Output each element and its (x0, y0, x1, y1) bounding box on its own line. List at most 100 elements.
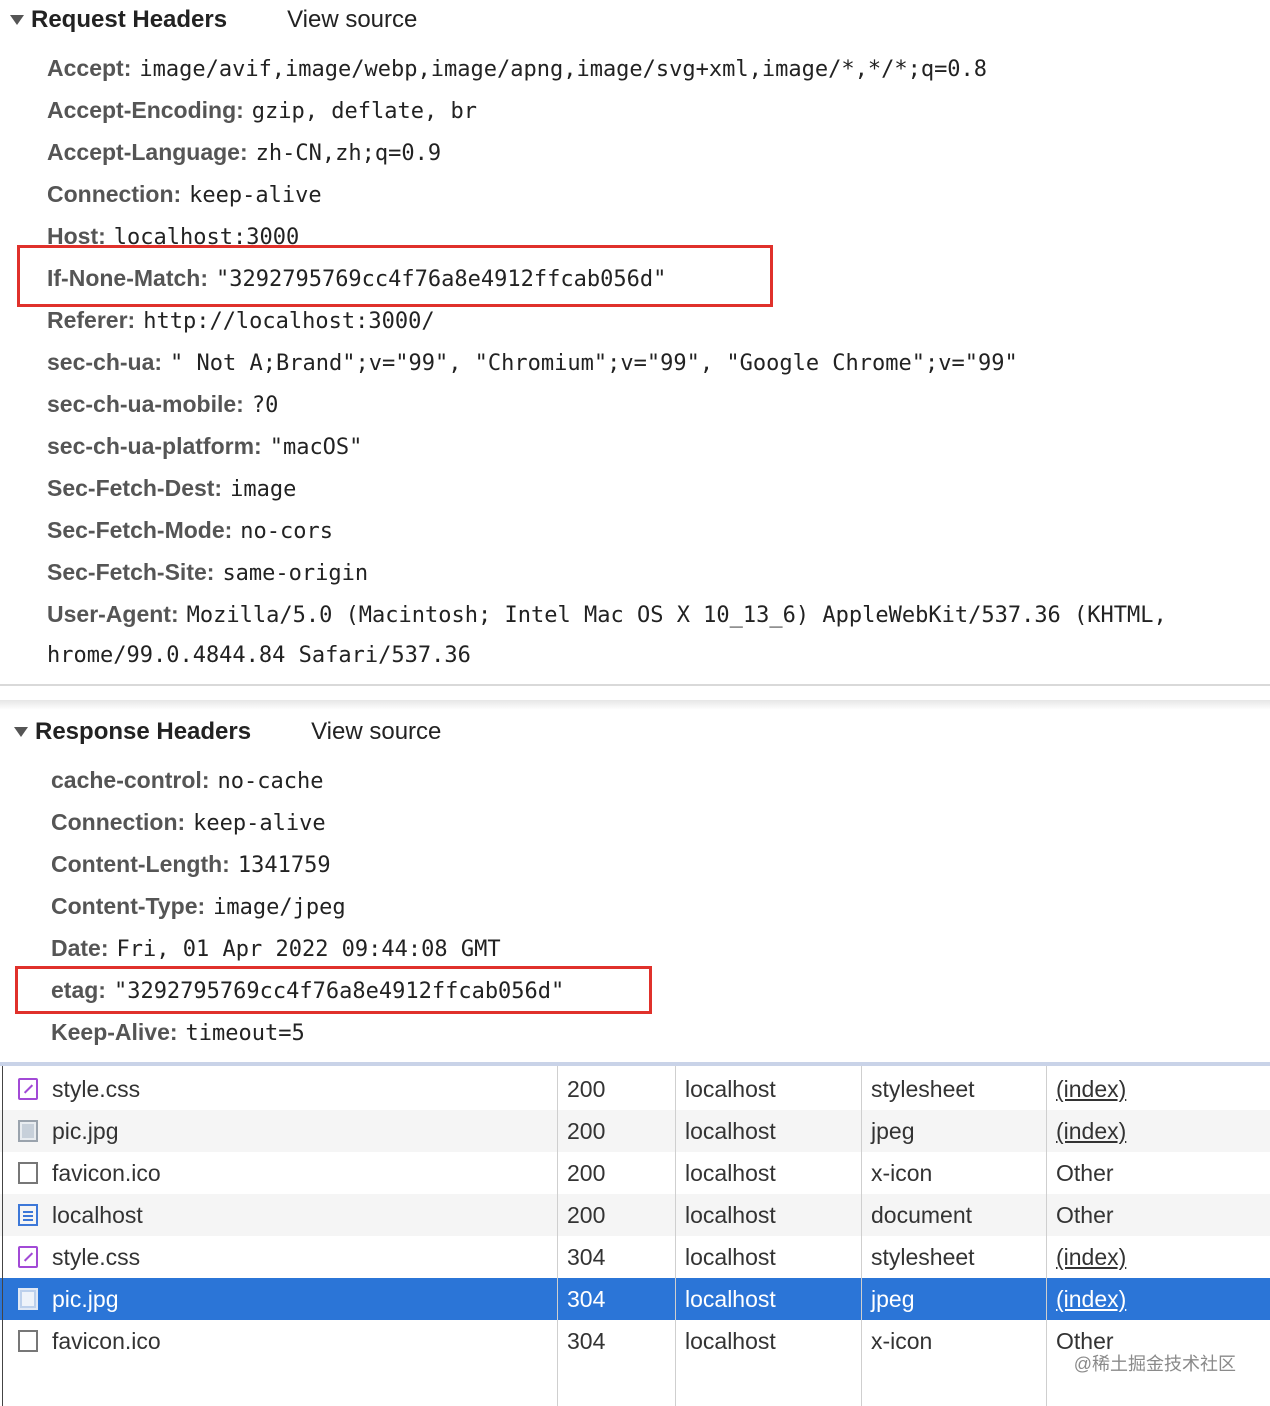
cell-domain: localhost (685, 1118, 776, 1144)
header-name: Sec-Fetch-Site: (47, 559, 215, 585)
header-value: image (230, 477, 297, 502)
cell-domain: localhost (685, 1160, 776, 1186)
header-value: Fri, 01 Apr 2022 09:44:08 GMT (116, 937, 501, 962)
cell-initiator-link[interactable]: (index) (1056, 1110, 1126, 1152)
header-value: image/jpeg (213, 895, 346, 920)
response-headers-section: Response Headers View source cache-contr… (0, 700, 1270, 1062)
css-file-icon (18, 1078, 38, 1100)
triangle-down-icon (10, 15, 24, 25)
blank-file-icon (18, 1330, 38, 1352)
header-name: User-Agent: (47, 601, 179, 627)
cell-name: pic.jpg (52, 1118, 119, 1144)
header-value: hrome/99.0.4844.84 Safari/537.36 (47, 643, 471, 668)
cell-initiator-link[interactable]: (index) (1056, 1068, 1126, 1110)
header-name: Connection: (51, 809, 186, 835)
response-headers-toggle[interactable]: Response Headers View source (14, 712, 441, 752)
response-view-source-link[interactable]: View source (311, 718, 441, 746)
header-name: Accept: (47, 55, 132, 81)
header-value: gzip, deflate, br (251, 99, 477, 124)
header-name: Accept-Encoding: (47, 97, 244, 123)
cell-type: jpeg (871, 1286, 915, 1312)
cell-domain: localhost (685, 1202, 776, 1228)
response-header-row: cache-control: no-cache (51, 759, 323, 801)
header-name: Date: (51, 935, 109, 961)
network-row-selected[interactable]: pic.jpg 304 localhost jpeg (index) (0, 1278, 1270, 1320)
header-name: sec-ch-ua-platform: (47, 433, 262, 459)
header-value: " Not A;Brand";v="99", "Chromium";v="99"… (170, 351, 1018, 376)
document-icon (18, 1204, 38, 1226)
cell-name: localhost (52, 1202, 143, 1228)
cell-status: 200 (567, 1118, 606, 1144)
network-row[interactable]: localhost 200 localhost document Other (0, 1194, 1270, 1236)
column-separator (1046, 1066, 1047, 1406)
cell-status: 304 (567, 1328, 606, 1354)
header-value: http://localhost:3000/ (143, 309, 435, 334)
network-row[interactable]: style.css 200 localhost stylesheet (inde… (0, 1068, 1270, 1110)
cell-initiator-link[interactable]: (index) (1056, 1236, 1126, 1278)
request-header-row: Accept-Language: zh-CN,zh;q=0.9 (47, 131, 441, 173)
cell-domain: localhost (685, 1076, 776, 1102)
cell-name: pic.jpg (52, 1286, 119, 1312)
request-header-row: User-Agent: Mozilla/5.0 (Macintosh; Intel… (47, 593, 1270, 635)
user-agent-continuation: hrome/99.0.4844.84 Safari/537.36 (47, 633, 471, 675)
network-row[interactable]: pic.jpg 200 localhost jpeg (index) (0, 1110, 1270, 1152)
cell-initiator-link[interactable]: (index) (1056, 1278, 1126, 1320)
request-header-row: sec-ch-ua: " Not A;Brand";v="99", "Chromi… (47, 341, 1018, 383)
response-headers-title: Response Headers (35, 718, 252, 745)
header-value: keep-alive (189, 183, 322, 208)
triangle-down-icon (14, 727, 28, 737)
header-name: Referer: (47, 307, 136, 333)
cell-status: 200 (567, 1202, 606, 1228)
request-header-row: Sec-Fetch-Mode: no-cors (47, 509, 333, 551)
header-value: no-cors (240, 519, 334, 544)
header-value: 1341759 (237, 853, 331, 878)
request-headers-toggle[interactable]: Request Headers View source (10, 0, 417, 40)
blank-file-icon (18, 1162, 38, 1184)
header-value: "macOS" (269, 435, 363, 460)
cell-domain: localhost (685, 1286, 776, 1312)
header-name: Sec-Fetch-Mode: (47, 517, 233, 543)
if-none-match-highlight-box (17, 245, 773, 307)
response-header-row: Content-Length: 1341759 (51, 843, 331, 885)
column-separator (557, 1066, 558, 1406)
header-name: Sec-Fetch-Dest: (47, 475, 223, 501)
network-row[interactable]: style.css 304 localhost stylesheet (inde… (0, 1236, 1270, 1278)
header-name: Connection: (47, 181, 182, 207)
request-header-row: Sec-Fetch-Dest: image (47, 467, 296, 509)
cell-name: style.css (52, 1076, 141, 1102)
watermark: @稀土掘金技术社区 (1073, 1354, 1236, 1374)
header-value: no-cache (217, 769, 324, 794)
cell-name: favicon.ico (52, 1160, 161, 1186)
request-header-row: Accept-Encoding: gzip, deflate, br (47, 89, 477, 131)
request-headers-title: Request Headers (31, 6, 228, 33)
header-name: Content-Type: (51, 893, 206, 919)
request-header-row: Connection: keep-alive (47, 173, 322, 215)
request-header-row: Accept: image/avif,image/webp,image/apng,… (47, 47, 987, 89)
cell-domain: localhost (685, 1328, 776, 1354)
cell-initiator: Other (1056, 1160, 1114, 1186)
header-name: cache-control: (51, 767, 210, 793)
cell-status: 200 (567, 1160, 606, 1186)
cell-name: style.css (52, 1244, 141, 1270)
cell-initiator: Other (1056, 1202, 1114, 1228)
network-row[interactable]: favicon.ico 200 localhost x-icon Other (0, 1152, 1270, 1194)
header-name: sec-ch-ua: (47, 349, 163, 375)
response-header-row: Content-Type: image/jpeg (51, 885, 346, 927)
header-value: image/avif,image/webp,image/apng,image/s… (139, 57, 988, 82)
request-view-source-link[interactable]: View source (287, 6, 417, 34)
header-value: zh-CN,zh;q=0.9 (255, 141, 442, 166)
cell-domain: localhost (685, 1244, 776, 1270)
request-header-row: sec-ch-ua-mobile: ?0 (47, 383, 278, 425)
header-value: keep-alive (193, 811, 326, 836)
image-file-icon (18, 1288, 38, 1310)
header-name: Keep-Alive: (51, 1019, 178, 1045)
cell-type: x-icon (871, 1328, 933, 1354)
request-header-row: Referer: http://localhost:3000/ (47, 299, 435, 341)
cell-name: favicon.ico (52, 1328, 161, 1354)
request-headers-section: Request Headers View source Accept: image… (0, 0, 1270, 688)
header-value: Mozilla/5.0 (Macintosh; Intel Mac OS X 1… (186, 603, 1167, 628)
header-value: same-origin (222, 561, 369, 586)
header-value: ?0 (251, 393, 279, 418)
cell-type: jpeg (871, 1118, 915, 1144)
cell-status: 200 (567, 1076, 606, 1102)
